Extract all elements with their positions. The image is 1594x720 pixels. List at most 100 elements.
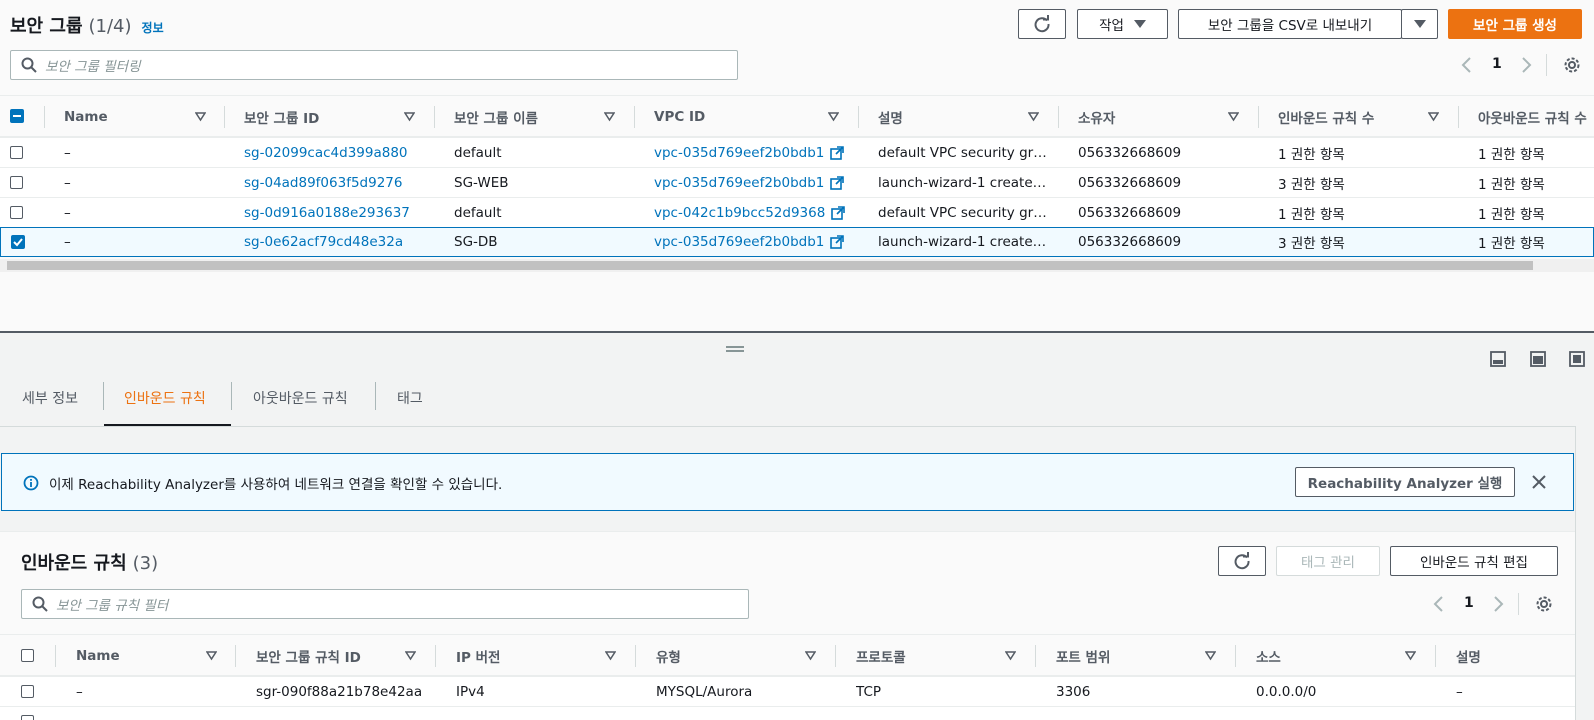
table-row-partial[interactable] xyxy=(0,706,1575,720)
search-placeholder: 보안 그룹 필터링 xyxy=(45,59,141,75)
info-icon xyxy=(23,475,39,491)
sort-icon[interactable] xyxy=(1405,650,1416,661)
row-checkbox[interactable] xyxy=(21,715,34,720)
cell-name: – xyxy=(64,145,71,161)
reachability-analyzer-button[interactable]: Reachability Analyzer 실행 xyxy=(1295,467,1515,497)
table-row[interactable]: – sg-02099cac4d399a880 default vpc-035d7… xyxy=(0,137,1594,167)
sort-icon[interactable] xyxy=(1205,650,1216,661)
security-group-id-link[interactable]: sg-02099cac4d399a880 xyxy=(244,138,408,168)
sort-icon[interactable] xyxy=(404,111,415,122)
cell-description: launch-wizard-1 create… xyxy=(878,175,1047,191)
settings-gear-icon[interactable] xyxy=(1563,56,1581,74)
sort-icon[interactable] xyxy=(206,650,217,661)
cell-name: – xyxy=(64,175,71,191)
manage-tags-button[interactable]: 태그 관리 xyxy=(1276,546,1380,576)
security-group-id-link[interactable]: sg-0e62acf79cd48e32a xyxy=(244,228,403,256)
col-header[interactable]: 인바운드 규칙 수 xyxy=(1278,96,1374,138)
tab-inbound-rules[interactable]: 인바운드 규칙 xyxy=(124,370,206,426)
actions-label: 작업 xyxy=(1099,18,1124,34)
edit-inbound-rules-button[interactable]: 인바운드 규칙 편집 xyxy=(1390,546,1558,576)
col-header[interactable]: 보안 그룹 ID xyxy=(244,96,319,138)
create-security-group-button[interactable]: 보안 그룹 생성 xyxy=(1448,9,1582,39)
security-group-id-link[interactable]: sg-0d916a0188e293637 xyxy=(244,198,410,228)
scrollbar-thumb[interactable] xyxy=(7,261,1533,270)
row-checkbox[interactable] xyxy=(11,235,25,249)
security-group-id-link[interactable]: sg-04ad89f063f5d9276 xyxy=(244,168,402,198)
prev-page-icon[interactable] xyxy=(1460,56,1472,74)
vpc-id-link[interactable]: vpc-035d769eef2b0bdb1 xyxy=(654,228,845,256)
sort-icon[interactable] xyxy=(805,650,816,661)
cell-outbound: 1 권한 항목 xyxy=(1478,236,1545,252)
panel-full-icon[interactable] xyxy=(1569,351,1585,367)
panel-side-icon[interactable] xyxy=(1530,351,1546,367)
next-page-icon[interactable] xyxy=(1493,595,1505,613)
col-header[interactable]: 프로토콜 xyxy=(856,635,906,677)
col-header[interactable]: 포트 범위 xyxy=(1056,635,1110,677)
col-header[interactable]: 소유자 xyxy=(1078,96,1115,138)
close-icon[interactable] xyxy=(1532,475,1546,489)
sort-icon[interactable] xyxy=(1005,650,1016,661)
col-header[interactable]: Name xyxy=(64,96,108,138)
tab-outbound-rules[interactable]: 아웃바운드 규칙 xyxy=(253,370,348,426)
security-group-search-input[interactable]: 보안 그룹 필터링 xyxy=(10,50,738,80)
prev-page-icon[interactable] xyxy=(1432,595,1444,613)
row-checkbox[interactable] xyxy=(21,685,34,698)
panel-bottom-icon[interactable] xyxy=(1490,351,1506,367)
table-row[interactable]: – sgr-090f88a21b78e42aa IPv4 MYSQL/Auror… xyxy=(0,676,1575,706)
col-header[interactable]: 소스 xyxy=(1256,635,1281,677)
select-all-checkbox[interactable] xyxy=(21,649,34,662)
horizontal-scrollbar[interactable] xyxy=(0,259,1594,272)
inbound-count: (3) xyxy=(132,553,159,574)
check-icon xyxy=(13,238,23,247)
inbound-rules-search-input[interactable]: 보안 그룹 규칙 필터 xyxy=(21,589,749,619)
info-link[interactable]: 정보 xyxy=(142,19,164,36)
sort-icon[interactable] xyxy=(1028,111,1039,122)
page-header: 보안 그룹 (1/4) 정보 xyxy=(10,12,164,38)
col-header[interactable]: 보안 그룹 이름 xyxy=(454,96,538,138)
col-header[interactable]: VPC ID xyxy=(654,96,705,138)
row-checkbox[interactable] xyxy=(10,146,23,159)
cell-owner: 056332668609 xyxy=(1078,175,1182,191)
row-checkbox[interactable] xyxy=(10,206,23,219)
cell-owner: 056332668609 xyxy=(1078,234,1182,250)
table-row[interactable]: – sg-0d916a0188e293637 default vpc-042c1… xyxy=(0,197,1594,227)
cell-inbound: 1 권한 항목 xyxy=(1278,207,1345,223)
sort-icon[interactable] xyxy=(828,111,839,122)
export-csv-dropdown[interactable] xyxy=(1401,9,1438,39)
table-row-selected[interactable]: – sg-0e62acf79cd48e32a SG-DB vpc-035d769… xyxy=(0,227,1594,257)
col-header[interactable]: 설명 xyxy=(1456,635,1481,677)
vertical-scrollbar[interactable] xyxy=(1575,426,1594,720)
sort-icon[interactable] xyxy=(1228,111,1239,122)
col-header[interactable]: 설명 xyxy=(878,96,903,138)
selection-count: (1/4) xyxy=(88,16,132,37)
col-header[interactable]: 아웃바운드 규칙 수 xyxy=(1478,96,1587,138)
resize-handle[interactable] xyxy=(726,346,744,352)
sort-icon[interactable] xyxy=(1428,111,1439,122)
sort-icon[interactable] xyxy=(605,650,616,661)
page-number[interactable]: 1 xyxy=(1464,595,1474,611)
row-checkbox[interactable] xyxy=(10,176,23,189)
table-row[interactable]: – sg-04ad89f063f5d9276 SG-WEB vpc-035d76… xyxy=(0,167,1594,197)
col-header[interactable]: Name xyxy=(76,635,120,677)
sort-icon[interactable] xyxy=(195,111,206,122)
vpc-id-link[interactable]: vpc-035d769eef2b0bdb1 xyxy=(654,168,845,198)
tab-details[interactable]: 세부 정보 xyxy=(22,370,78,426)
vpc-id-link[interactable]: vpc-042c1b9bcc52d9368 xyxy=(654,198,846,228)
inbound-refresh-button[interactable] xyxy=(1218,546,1266,576)
settings-gear-icon[interactable] xyxy=(1535,595,1553,613)
tabs-underline xyxy=(0,426,1575,427)
sort-icon[interactable] xyxy=(604,111,615,122)
vpc-id-link[interactable]: vpc-035d769eef2b0bdb1 xyxy=(654,138,845,168)
refresh-button[interactable] xyxy=(1018,9,1066,39)
next-page-icon[interactable] xyxy=(1521,56,1533,74)
actions-dropdown[interactable]: 작업 xyxy=(1077,9,1168,39)
export-csv-button[interactable]: 보안 그룹을 CSV로 내보내기 xyxy=(1178,9,1402,39)
col-header[interactable]: IP 버전 xyxy=(456,635,500,677)
tab-tags[interactable]: 태그 xyxy=(397,370,423,426)
page-number[interactable]: 1 xyxy=(1492,56,1502,72)
cell-inbound: 1 권한 항목 xyxy=(1278,147,1345,163)
col-header[interactable]: 보안 그룹 규칙 ID xyxy=(256,635,361,677)
sort-icon[interactable] xyxy=(405,650,416,661)
select-all-checkbox[interactable] xyxy=(10,109,24,123)
col-header[interactable]: 유형 xyxy=(656,635,681,677)
